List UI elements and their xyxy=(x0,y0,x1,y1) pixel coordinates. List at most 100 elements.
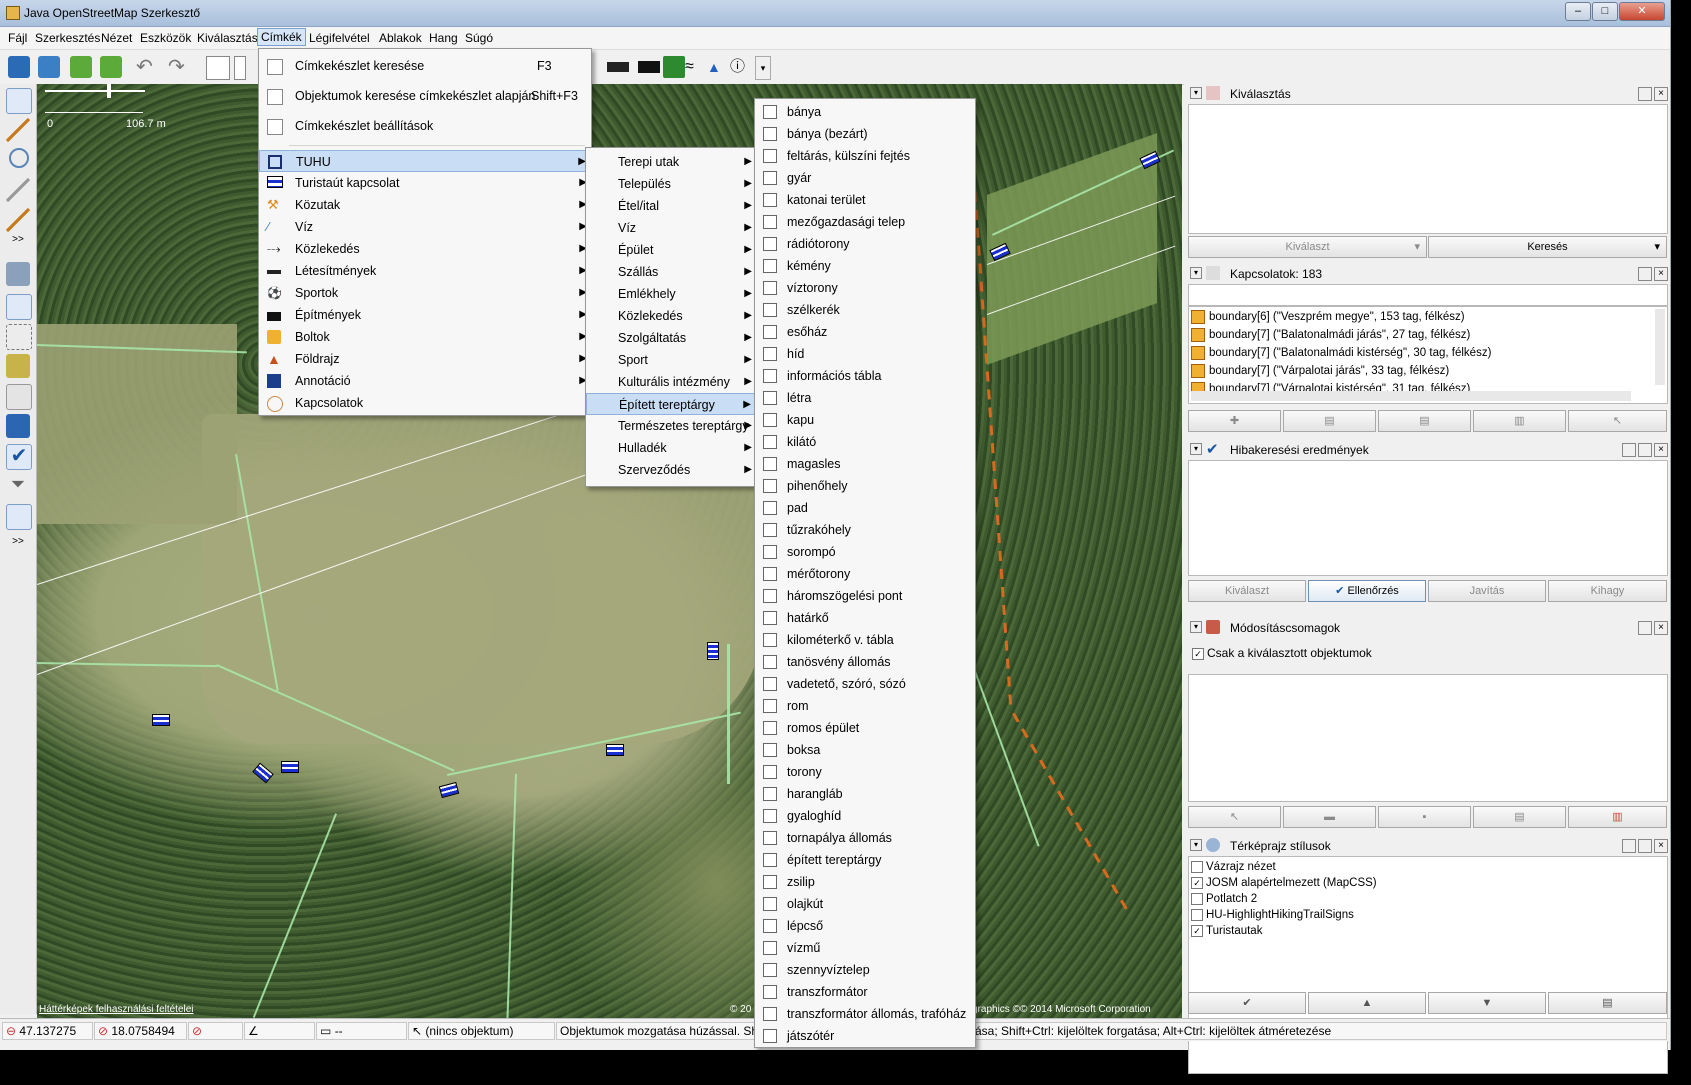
menu-item-built-object[interactable]: katonai terület xyxy=(755,189,975,211)
menu-selection[interactable]: Kiválasztás xyxy=(194,30,261,46)
zoom-slider-handle[interactable] xyxy=(107,84,111,98)
menu-item-built-object[interactable]: bánya (bezárt) xyxy=(755,123,975,145)
menu-tools[interactable]: Eszközök xyxy=(137,30,194,46)
activate-style-button[interactable]: ✔ xyxy=(1188,992,1306,1014)
menu-item-built-object[interactable]: kilátó xyxy=(755,431,975,453)
menu-item-built-object[interactable]: rádiótorony xyxy=(755,233,975,255)
detach-panel-icon[interactable] xyxy=(1638,87,1652,101)
menu-item-built-object[interactable]: vízmű xyxy=(755,937,975,959)
zoom-to-fit-icon[interactable] xyxy=(206,56,230,80)
selected-only-checkbox[interactable]: ✓ Csak a kiválasztott objektumok xyxy=(1192,646,1372,660)
detach-panel-icon[interactable] xyxy=(1638,267,1652,281)
track-preset-icon[interactable]: ≈ xyxy=(685,56,707,78)
menu-item-built-object[interactable]: játszótér xyxy=(755,1025,975,1047)
menu-item-group[interactable]: ⤏ Közlekedés ▶ xyxy=(259,238,591,260)
detach-panel-icon[interactable] xyxy=(1638,621,1652,635)
open-file-icon[interactable] xyxy=(8,56,30,78)
delete-relation-button[interactable]: ▥ xyxy=(1473,410,1566,432)
menu-item-tuhu[interactable]: Sport ▶ xyxy=(586,349,756,371)
menu-item-group[interactable]: Építmények ▶ xyxy=(259,304,591,326)
menu-item-tuhu[interactable]: Étel/ital ▶ xyxy=(586,195,756,217)
menu-item-tuhu[interactable]: Szerveződés ▶ xyxy=(586,459,756,481)
hiking-sign-marker[interactable] xyxy=(281,761,299,773)
water-preset-icon[interactable]: ▲ xyxy=(707,56,729,78)
menu-item-group[interactable]: TUHU ▶ xyxy=(259,150,591,172)
close-panel-icon[interactable]: × xyxy=(1654,87,1668,101)
duplicate-relation-button[interactable]: ▤ xyxy=(1378,410,1471,432)
menu-item-built-object[interactable]: szélkerék xyxy=(755,299,975,321)
menu-item-tuhu[interactable]: Épület ▶ xyxy=(586,239,756,261)
toggle-tags-panel-icon[interactable] xyxy=(6,324,32,350)
list-item[interactable]: HU-HighlightHikingTrailSigns xyxy=(1191,908,1354,923)
vertical-scrollbar[interactable] xyxy=(1655,309,1665,385)
collapse-icon[interactable]: ▾ xyxy=(1190,267,1202,279)
menu-item-tuhu[interactable]: Terepi utak ▶ xyxy=(586,151,756,173)
zoom-slider[interactable] xyxy=(45,90,145,92)
menu-item-tuhu[interactable]: Kulturális intézmény ▶ xyxy=(586,371,756,393)
select-relation-button[interactable]: ↖ xyxy=(1568,410,1667,432)
menu-item-group[interactable]: Turistaút kapcsolat ▶ xyxy=(259,172,591,194)
menu-item-built-object[interactable]: tornapálya állomás xyxy=(755,827,975,849)
more-tools-icon[interactable]: >> xyxy=(6,234,30,248)
list-item[interactable]: Vázrajz nézet xyxy=(1191,860,1276,875)
ignore-button[interactable]: Kihagy xyxy=(1548,580,1667,602)
toggle-selection-panel-icon[interactable] xyxy=(6,294,32,320)
validation-results[interactable] xyxy=(1188,460,1668,576)
menu-item-group[interactable]: Létesítmények ▶ xyxy=(259,260,591,282)
menu-item-built-object[interactable]: esőház xyxy=(755,321,975,343)
detach-panel-icon[interactable] xyxy=(1638,443,1652,457)
menu-item-tuhu-highlighted[interactable]: Épített tereptárgy ▶ xyxy=(586,393,756,415)
list-item[interactable]: Potlatch 2 xyxy=(1191,892,1257,907)
close-panel-icon[interactable]: × xyxy=(1654,267,1668,281)
menu-item-group[interactable]: ⚒ Közutak ▶ xyxy=(259,194,591,216)
changeset-close-button[interactable]: ▪ xyxy=(1378,806,1471,828)
menu-item-tuhu[interactable]: Természetes tereptárgy ▶ xyxy=(586,415,756,437)
menu-item-search-by-preset[interactable]: Objektumok keresése címkekészlet alapján… xyxy=(259,83,591,109)
menu-item-group[interactable]: ▲ Földrajz ▶ xyxy=(259,348,591,370)
menu-tags[interactable]: Címkék xyxy=(257,28,306,46)
menu-item-built-object[interactable]: tűzrakóhely xyxy=(755,519,975,541)
maximize-button[interactable]: □ xyxy=(1592,2,1618,21)
menu-item-built-object[interactable]: pad xyxy=(755,497,975,519)
changeset-info-button[interactable]: ▤ xyxy=(1473,806,1566,828)
upload-icon[interactable] xyxy=(100,56,122,78)
menu-item-built-object[interactable]: pihenőhely xyxy=(755,475,975,497)
collapse-icon[interactable]: ▾ xyxy=(1190,621,1202,633)
factory-preset-icon[interactable] xyxy=(638,61,660,73)
menu-item-built-object[interactable]: torony xyxy=(755,761,975,783)
list-item[interactable]: boundary[7] ("Várpalotai járás", 33 tag,… xyxy=(1191,363,1449,380)
menu-file[interactable]: Fájl xyxy=(5,30,30,46)
menu-item-built-object[interactable]: létra xyxy=(755,387,975,409)
close-panel-icon[interactable]: × xyxy=(1654,443,1668,457)
menu-item-search-preset[interactable]: Címkekészlet keresése F3 xyxy=(259,53,591,79)
menu-item-built-object[interactable]: sorompó xyxy=(755,541,975,563)
menu-item-built-object[interactable]: határkő xyxy=(755,607,975,629)
detach-panel-icon[interactable] xyxy=(1638,839,1652,853)
draw-tool-icon[interactable] xyxy=(6,118,30,142)
menu-help[interactable]: Súgó xyxy=(462,30,496,46)
menu-item-built-object[interactable]: vadetető, szóró, sózó xyxy=(755,673,975,695)
menu-item-built-object[interactable]: háromszögelési pont xyxy=(755,585,975,607)
menu-item-tuhu[interactable]: Víz ▶ xyxy=(586,217,756,239)
changeset-delete-button[interactable]: ▥ xyxy=(1568,806,1667,828)
menu-item-built-object[interactable]: olajkút xyxy=(755,893,975,915)
checkbox-unchecked[interactable] xyxy=(1191,892,1203,905)
trail-way[interactable] xyxy=(727,644,730,784)
relations-list[interactable]: boundary[6] ("Veszprém megye", 153 tag, … xyxy=(1188,306,1668,404)
menu-item-built-object[interactable]: magasles xyxy=(755,453,975,475)
save-icon[interactable] xyxy=(38,56,60,78)
menu-item-built-object[interactable]: kémény xyxy=(755,255,975,277)
imagery-terms-link[interactable]: Háttérképek felhasználási feltételei xyxy=(39,1004,194,1015)
menu-item-built-object[interactable]: mezőgazdasági telep xyxy=(755,211,975,233)
changesets-list[interactable] xyxy=(1188,674,1668,802)
relations-filter[interactable] xyxy=(1188,284,1668,306)
menu-item-built-object[interactable]: tanösvény állomás xyxy=(755,651,975,673)
menu-item-built-object[interactable]: gyár xyxy=(755,167,975,189)
collapse-icon[interactable]: ▾ xyxy=(1190,839,1202,851)
list-item[interactable]: boundary[6] ("Veszprém megye", 153 tag, … xyxy=(1191,309,1465,326)
more-panels-icon[interactable]: >> xyxy=(6,536,30,550)
hiking-sign-marker[interactable] xyxy=(438,781,460,799)
checkbox-checked[interactable]: ✓ xyxy=(1191,924,1203,937)
menu-item-built-object[interactable]: gyaloghíd xyxy=(755,805,975,827)
info-preset-icon[interactable]: ⓘ xyxy=(730,56,752,78)
